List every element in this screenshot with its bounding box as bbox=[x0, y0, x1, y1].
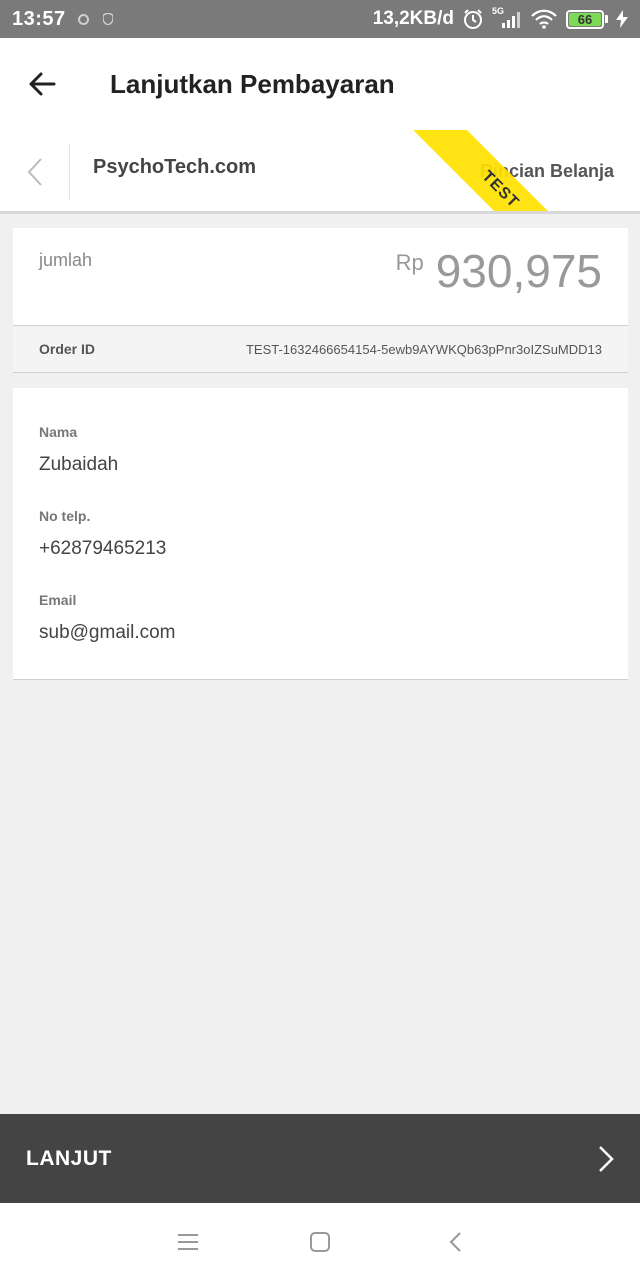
customer-details-card: Nama Zubaidah No telp. +62879465213 Emai… bbox=[13, 388, 628, 680]
status-time: 13:57 bbox=[12, 7, 66, 30]
page-title: Lanjutkan Pembayaran bbox=[110, 68, 395, 99]
charging-icon bbox=[616, 10, 628, 28]
alarm-icon bbox=[464, 9, 482, 29]
back-button[interactable] bbox=[0, 38, 84, 130]
currency-symbol: Rp bbox=[395, 250, 424, 275]
battery-icon: 66 bbox=[566, 9, 608, 29]
status-bar: 13:57 13,2KB/d 5G 66 bbox=[0, 0, 640, 38]
name-field: Nama Zubaidah bbox=[39, 424, 602, 476]
merchant-back-button[interactable] bbox=[0, 144, 70, 200]
merchant-header: PsychoTech.com Rincian Belanja TEST bbox=[0, 130, 640, 214]
order-id-row: Order ID TEST-1632466654154-5ewb9AYWKQb6… bbox=[13, 326, 628, 373]
chevron-left-icon bbox=[449, 1232, 461, 1252]
network-speed: 13,2KB/d bbox=[372, 8, 454, 29]
system-back-button[interactable] bbox=[440, 1227, 470, 1257]
system-nav-bar bbox=[0, 1203, 640, 1280]
chevron-left-icon bbox=[27, 158, 42, 186]
battery-level: 66 bbox=[569, 12, 601, 27]
arrow-left-icon bbox=[29, 72, 56, 96]
amount-card: jumlah Rp 930,975 bbox=[13, 228, 628, 326]
email-field: Email sub@gmail.com bbox=[39, 592, 602, 644]
email-label: Email bbox=[39, 592, 77, 608]
amount-value: Rp 930,975 bbox=[396, 244, 602, 298]
wifi-icon bbox=[531, 9, 557, 29]
status-right: 13,2KB/d 5G 66 bbox=[372, 6, 628, 30]
amount-label: jumlah bbox=[39, 250, 93, 270]
continue-label: LANJUT bbox=[26, 1146, 112, 1170]
phone-label: No telp. bbox=[39, 508, 91, 524]
app-bar: Lanjutkan Pembayaran bbox=[0, 38, 640, 130]
email-value: sub@gmail.com bbox=[39, 622, 176, 643]
signal-icon: 5G bbox=[492, 6, 522, 30]
home-button[interactable] bbox=[305, 1227, 335, 1257]
phone-value: +62879465213 bbox=[39, 538, 167, 559]
name-value: Zubaidah bbox=[39, 454, 119, 475]
order-id-label: Order ID bbox=[39, 341, 96, 357]
status-notification-icons bbox=[77, 13, 113, 25]
shield-icon bbox=[102, 13, 113, 25]
menu-icon bbox=[178, 1234, 198, 1250]
chevron-right-icon bbox=[599, 1145, 614, 1172]
amount-number: 930,975 bbox=[435, 245, 602, 297]
notification-dot-icon bbox=[77, 13, 89, 25]
merchant-name: PsychoTech.com bbox=[93, 156, 257, 178]
continue-button[interactable]: LANJUT bbox=[0, 1114, 640, 1203]
menu-button[interactable] bbox=[173, 1227, 203, 1257]
phone-field: No telp. +62879465213 bbox=[39, 508, 602, 560]
order-id-value: TEST-1632466654154-5ewb9AYWKQb63pPnr3oIZ… bbox=[245, 341, 602, 357]
name-label: Nama bbox=[39, 424, 78, 440]
home-square-icon bbox=[310, 1232, 330, 1252]
